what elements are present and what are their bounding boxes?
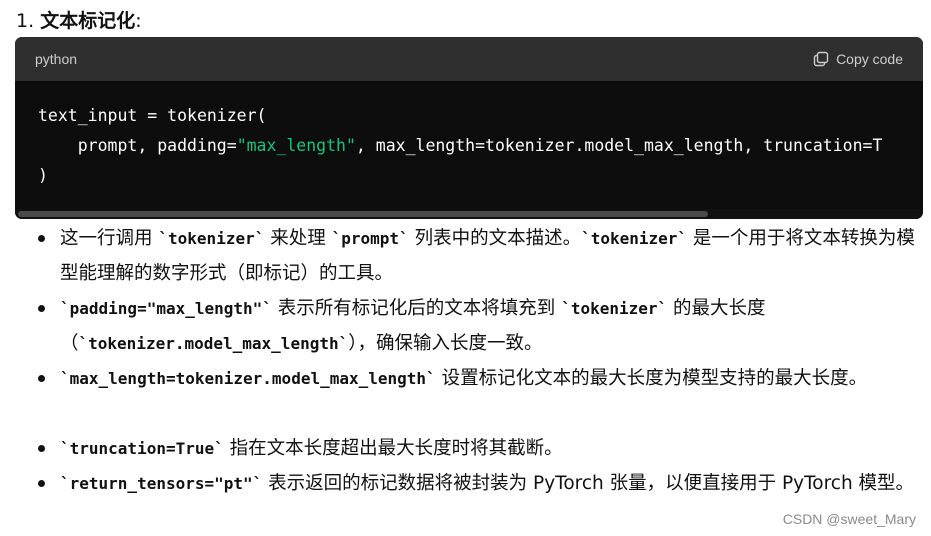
code-token: )	[38, 166, 48, 185]
explanation-list: 这一行调用 `tokenizer` 来处理 `prompt` 列表中的文本描述。…	[0, 221, 931, 536]
inline-code: `prompt`	[331, 229, 409, 248]
code-string-token: "max_length"	[236, 136, 356, 155]
list-text: 指在文本长度超出最大长度时将其截断。	[223, 438, 563, 459]
code-token: prompt, padding=	[38, 136, 237, 155]
heading-suffix: :	[135, 10, 142, 32]
inline-code: `tokenizer.model_max_length`	[78, 334, 349, 353]
section-heading: 1. 文本标记化:	[16, 8, 142, 34]
inline-code: `tokenizer`	[158, 229, 265, 248]
list-text: ），确保输入长度一致。	[348, 333, 543, 354]
code-token: text_input = tokenizer(	[38, 106, 267, 125]
list-item: `truncation=True` 指在文本长度超出最大长度时将其截断。	[0, 431, 931, 466]
code-language-label: python	[35, 51, 78, 67]
heading-number: 1.	[16, 10, 35, 32]
list-text: 来处理	[264, 228, 332, 249]
scrollbar-thumb[interactable]	[18, 211, 708, 217]
inline-code: `truncation=True`	[60, 439, 224, 458]
code-content: text_input = tokenizer( prompt, padding=…	[38, 101, 882, 191]
inline-code: `tokenizer`	[561, 299, 668, 318]
copy-code-button[interactable]: Copy code	[813, 51, 903, 67]
code-line: text_input = tokenizer(	[38, 101, 882, 131]
code-line: )	[38, 161, 882, 191]
list-text: 设置标记化文本的最大长度为模型支持的最大长度。	[435, 368, 868, 389]
code-horizontal-scrollbar[interactable]	[15, 209, 923, 219]
copy-code-label: Copy code	[836, 51, 903, 67]
inline-code: `padding="max_length"`	[60, 299, 272, 318]
code-token: , max_length=tokenizer.model_max_length,…	[355, 136, 883, 155]
list-text: 表示返回的标记数据将被封装为 PyTorch 张量，以便直接用于 PyTorch…	[262, 473, 915, 494]
copy-icon	[813, 51, 829, 67]
inline-code: `return_tensors="pt"`	[60, 474, 263, 493]
watermark: CSDN @sweet_Mary	[782, 511, 916, 527]
list-item: `max_length=tokenizer.model_max_length` …	[0, 361, 931, 431]
list-item: 这一行调用 `tokenizer` 来处理 `prompt` 列表中的文本描述。…	[0, 221, 931, 291]
list-text: 这一行调用	[60, 228, 159, 249]
code-header: python Copy code	[15, 37, 923, 81]
list-text: 表示所有标记化后的文本将填充到	[271, 298, 562, 319]
code-block: python Copy code text_input = tokenizer(…	[15, 37, 923, 219]
inline-code: `tokenizer`	[581, 229, 688, 248]
list-item: `padding="max_length"` 表示所有标记化后的文本将填充到 `…	[0, 291, 931, 361]
heading-title: 文本标记化	[40, 10, 136, 32]
code-line: prompt, padding="max_length", max_length…	[38, 131, 883, 161]
list-text: 列表中的文本描述。	[408, 228, 582, 249]
inline-code: `max_length=tokenizer.model_max_length`	[60, 369, 436, 388]
